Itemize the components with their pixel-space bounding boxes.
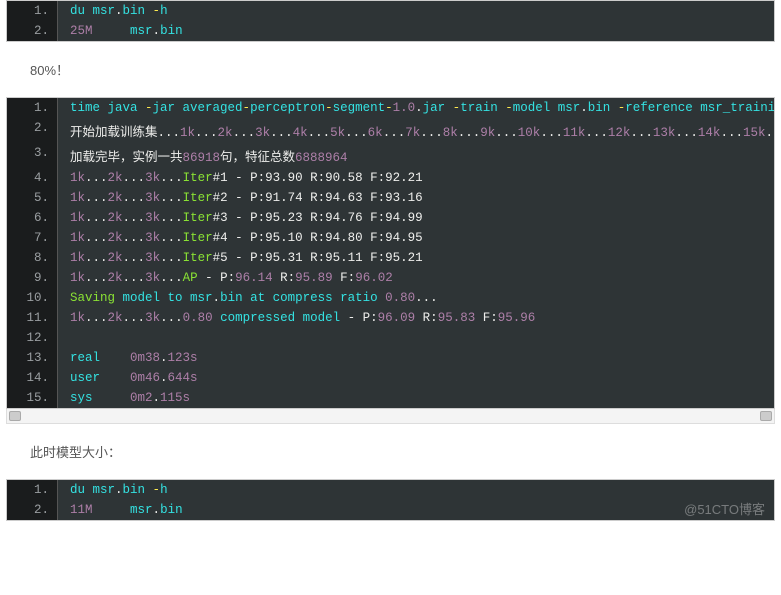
code-line: user 0m46.644s [58, 368, 776, 388]
paragraph-model-size: 此时模型大小： [30, 442, 751, 461]
code-line: 1k...2k...3k...Iter#1 - P:93.90 R:90.58 … [58, 168, 776, 188]
code-line: sys 0m2.115s [58, 388, 776, 408]
line-number: 8. [7, 248, 58, 268]
code-line: 25M msr.bin [58, 21, 775, 41]
line-number: 2. [7, 21, 58, 41]
line-number: 14. [7, 368, 58, 388]
line-number: 12. [7, 328, 58, 348]
paragraph-80pct: 80%！ [30, 60, 751, 79]
code-line: 1k...2k...3k...Iter#4 - P:95.10 R:94.80 … [58, 228, 776, 248]
line-number: 10. [7, 288, 58, 308]
line-number: 11. [7, 308, 58, 328]
line-number: 3. [7, 143, 58, 168]
line-number: 6. [7, 208, 58, 228]
line-number: 9. [7, 268, 58, 288]
line-number: 5. [7, 188, 58, 208]
code-line: Saving model to msr.bin at compress rati… [58, 288, 776, 308]
line-number: 15. [7, 388, 58, 408]
line-number: 1. [7, 480, 58, 500]
code-line: 1k...2k...3k...Iter#2 - P:91.74 R:94.63 … [58, 188, 776, 208]
code-line [58, 328, 776, 348]
code-line: 1k...2k...3k...Iter#3 - P:95.23 R:94.76 … [58, 208, 776, 228]
line-number: 1. [7, 98, 58, 118]
code-line: time java -jar averaged-perceptron-segme… [58, 98, 776, 118]
line-number: 7. [7, 228, 58, 248]
line-number: 1. [7, 1, 58, 21]
code-line: 11M msr.bin [58, 500, 775, 520]
code-line: du msr.bin -h [58, 1, 775, 21]
line-number: 13. [7, 348, 58, 368]
code-line: 开始加载训练集...1k...2k...3k...4k...5k...6k...… [58, 118, 776, 143]
code-line: du msr.bin -h [58, 480, 775, 500]
line-number: 4. [7, 168, 58, 188]
code-line: 1k...2k...3k...0.80 compressed model - P… [58, 308, 776, 328]
code-line: real 0m38.123s [58, 348, 776, 368]
line-number: 2. [7, 118, 58, 143]
code-block-1: 1.du msr.bin -h2.25M msr.bin [6, 0, 775, 42]
code-line: 1k...2k...3k...Iter#5 - P:95.31 R:95.11 … [58, 248, 776, 268]
code-block-3: 1.du msr.bin -h2.11M msr.bin [6, 479, 775, 521]
line-number: 2. [7, 500, 58, 520]
horizontal-scrollbar[interactable] [6, 409, 775, 424]
code-line: 加载完毕，实例一共86918句，特征总数6888964 [58, 143, 776, 168]
code-block-2: 1.time java -jar averaged-perceptron-seg… [6, 97, 775, 409]
code-line: 1k...2k...3k...AP - P:96.14 R:95.89 F:96… [58, 268, 776, 288]
